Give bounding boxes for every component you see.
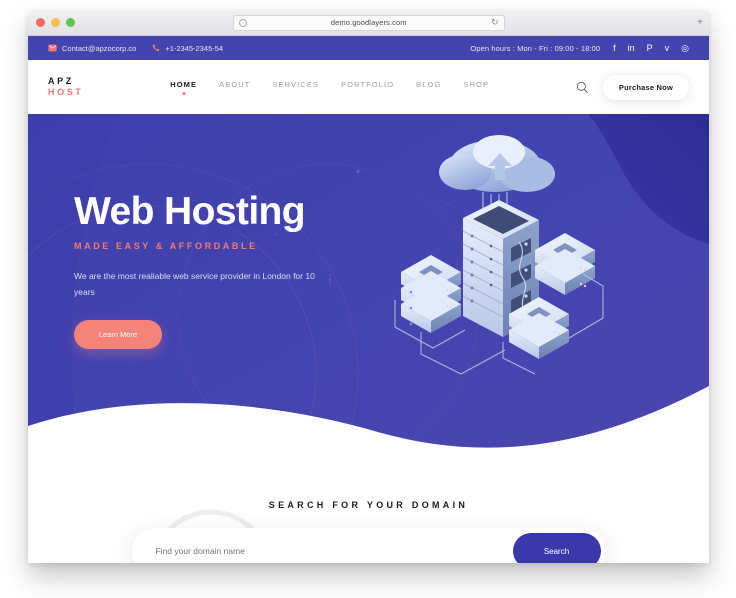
search-icon[interactable]: [576, 81, 589, 94]
contact-email[interactable]: Contact@apzocorp.co: [48, 44, 136, 53]
hero-subtitle: MADE EASY & AFFORDABLE: [74, 241, 258, 251]
nav-item-portfolio[interactable]: PORTFOLIO: [341, 80, 394, 95]
plus-icon[interactable]: +: [697, 17, 703, 28]
open-hours-text: Open hours : Mon - Fri : 09:00 - 18:00: [470, 43, 601, 53]
cloud-icon: [439, 135, 555, 192]
learn-more-button[interactable]: Learn More: [74, 320, 162, 350]
contact-phone[interactable]: +1-2345-2345-54: [152, 44, 223, 53]
nav-item-about[interactable]: ABOUT: [219, 80, 250, 95]
maximize-window-button[interactable]: [66, 18, 75, 27]
close-window-button[interactable]: [36, 18, 45, 27]
envelope-icon: [48, 44, 57, 52]
domain-search-input[interactable]: [155, 546, 513, 556]
browser-chrome: demo.goodlayers.com ↻ +: [28, 10, 709, 36]
nav-actions: Purchase Now: [576, 74, 689, 100]
contact-email-text: Contact@apzocorp.co: [62, 43, 137, 53]
right-server-stack: [535, 233, 595, 295]
nav-item-blog[interactable]: BLOG: [416, 80, 441, 95]
domain-search-heading: SEARCH FOR YOUR DOMAIN: [268, 500, 469, 510]
domain-search-button[interactable]: Search: [512, 533, 601, 563]
topbar-hours-social-group: Open hours : Mon - Fri : 09:00 - 18:00 f…: [470, 43, 689, 53]
logo-text-primary: APZ: [48, 75, 74, 86]
domain-search-section: SEARCH FOR YOUR DOMAIN Search: [28, 486, 709, 563]
reload-icon[interactable]: ↻: [491, 18, 499, 27]
twitter-icon[interactable]: ᴠ: [665, 43, 670, 53]
hero-title: Web Hosting: [74, 190, 306, 233]
hero-content: Web Hosting MADE EASY & AFFORDABLE We ar…: [74, 190, 354, 350]
logo-text-secondary: HOST: [48, 87, 84, 97]
contact-phone-text: +1-2345-2345-54: [165, 43, 224, 53]
linkedin-icon[interactable]: in: [628, 43, 635, 53]
social-links[interactable]: f in P ᴠ ◎: [613, 43, 689, 53]
nav-menu: HOME ABOUT SERVICES PORTFOLIO BLOG SHOP: [170, 80, 489, 95]
address-bar-url: demo.goodlayers.com: [330, 18, 407, 27]
domain-search-form: Search: [131, 528, 606, 563]
topbar-contact-group: Contact@apzocorp.co +1-2345-2345-54: [48, 44, 223, 53]
purchase-now-button[interactable]: Purchase Now: [602, 74, 689, 100]
hero-description: We are the most realiable web service pr…: [74, 271, 315, 297]
minimize-window-button[interactable]: [51, 18, 60, 27]
left-server-stack: [401, 255, 461, 333]
window-controls[interactable]: [36, 18, 75, 27]
hero-section: Web Hosting MADE EASY & AFFORDABLE We ar…: [28, 114, 709, 486]
nav-item-home[interactable]: HOME: [170, 80, 197, 95]
facebook-icon[interactable]: f: [613, 43, 616, 53]
nav-item-shop[interactable]: SHOP: [463, 80, 489, 95]
pinterest-icon[interactable]: P: [647, 43, 653, 53]
address-bar[interactable]: demo.goodlayers.com ↻: [232, 14, 505, 31]
shield-icon: [238, 18, 247, 27]
site-logo[interactable]: APZ HOST: [48, 76, 83, 99]
top-info-bar: Contact@apzocorp.co +1-2345-2345-54 Open…: [28, 36, 709, 60]
phone-icon: [153, 44, 160, 52]
instagram-icon[interactable]: ◎: [681, 43, 689, 53]
nav-item-services[interactable]: SERVICES: [272, 80, 319, 95]
browser-window: demo.goodlayers.com ↻ + Contact@apzocorp…: [28, 10, 709, 563]
main-navigation: APZ HOST HOME ABOUT SERVICES PORTFOLIO B…: [28, 60, 709, 114]
cloud-server-illustration: [387, 122, 617, 382]
